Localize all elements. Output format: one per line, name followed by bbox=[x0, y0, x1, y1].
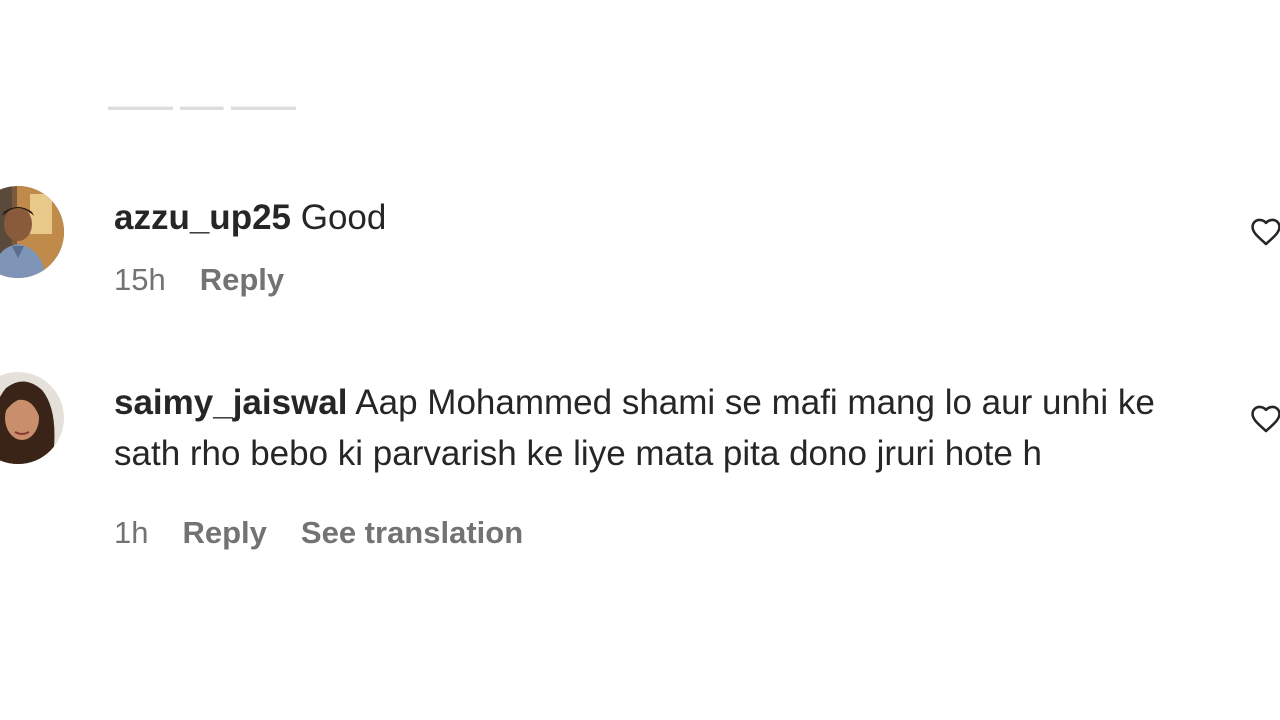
comment-body: azzu_up25 Good 15h Reply bbox=[114, 192, 1214, 298]
avatar[interactable] bbox=[0, 186, 64, 278]
cut-off-text-mid: ▁▁▁ ▁▁ ▁▁▁ bbox=[108, 90, 296, 110]
comment-time[interactable]: 15h bbox=[114, 262, 166, 298]
comment-body: saimy_jaiswal Aap Mohammed shami se mafi… bbox=[114, 377, 1214, 551]
heart-outline-icon[interactable] bbox=[1249, 215, 1280, 249]
heart-outline-icon[interactable] bbox=[1249, 402, 1280, 436]
comment-username[interactable]: azzu_up25 bbox=[114, 198, 291, 237]
comment-content: Good bbox=[300, 198, 387, 237]
comment-time[interactable]: 1h bbox=[114, 515, 148, 551]
comment-meta: 15h Reply bbox=[114, 262, 1214, 298]
cut-off-text-top: ▔▔ ▔ ▔▔ bbox=[84, 0, 223, 13]
comment-text: azzu_up25 Good bbox=[114, 192, 1214, 243]
comment-username[interactable]: saimy_jaiswal bbox=[114, 383, 348, 422]
avatar[interactable] bbox=[0, 372, 64, 464]
reply-button[interactable]: Reply bbox=[182, 515, 266, 551]
comment-text: saimy_jaiswal Aap Mohammed shami se mafi… bbox=[114, 377, 1214, 479]
comments-page: ▔▔ ▔ ▔▔ ▁▁▁ ▁▁ ▁▁▁ azzu_up25 Good 15h Re… bbox=[0, 0, 1280, 720]
comment-meta: 1h Reply See translation bbox=[114, 515, 1214, 551]
reply-button[interactable]: Reply bbox=[200, 262, 284, 298]
see-translation-button[interactable]: See translation bbox=[301, 515, 523, 551]
